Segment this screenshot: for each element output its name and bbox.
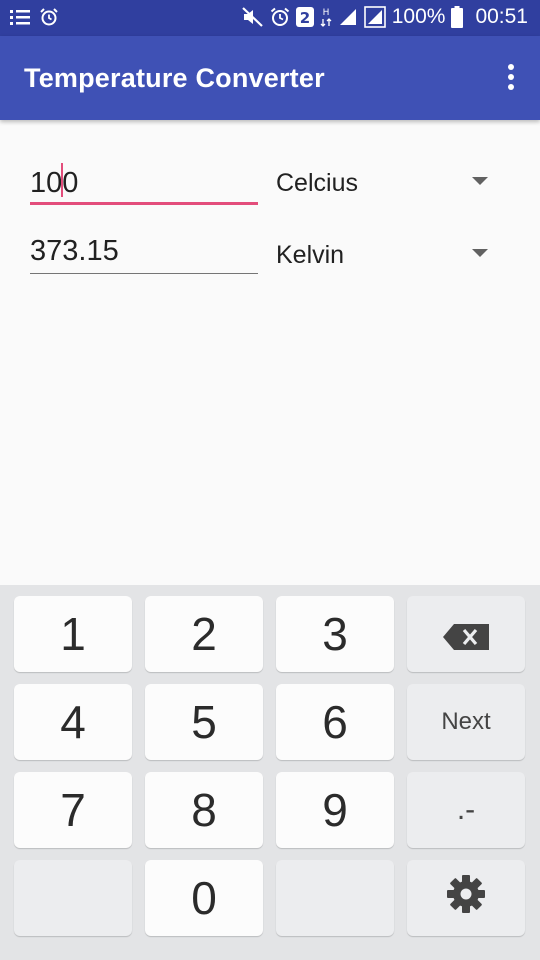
key-5[interactable]: 5: [145, 684, 263, 760]
battery-icon: [451, 6, 464, 28]
signal-icon-1: [338, 7, 358, 27]
key-6[interactable]: 6: [276, 684, 394, 760]
app-title: Temperature Converter: [24, 63, 325, 93]
dot-minus-label: .-: [456, 793, 476, 826]
blank-key-right[interactable]: [276, 860, 394, 936]
notification-icons: [10, 8, 58, 31]
key-2[interactable]: 2: [145, 596, 263, 672]
system-icons: 2 H 100% 00:51: [241, 5, 528, 29]
output-value-text: 373.15: [30, 235, 119, 267]
svg-text:H: H: [322, 8, 329, 18]
input-unit-label: Celcius: [276, 169, 358, 197]
list-notification-icon: [10, 9, 30, 30]
key-1[interactable]: 1: [14, 596, 132, 672]
dot-minus-key[interactable]: .-: [407, 772, 525, 848]
app-bar: Temperature Converter: [0, 36, 540, 120]
dropdown-arrow-icon: [472, 177, 488, 185]
blank-key-left[interactable]: [14, 860, 132, 936]
output-underline: [30, 273, 258, 274]
hspa-data-icon: H: [320, 6, 332, 28]
next-key[interactable]: Next: [407, 684, 525, 760]
key-7[interactable]: 7: [14, 772, 132, 848]
key-9[interactable]: 9: [276, 772, 394, 848]
signal-icon-2: [363, 6, 386, 28]
svg-text:2: 2: [300, 9, 310, 27]
alarm-notification-icon: [40, 8, 58, 31]
clock: 00:51: [475, 5, 528, 28]
key-0[interactable]: 0: [145, 860, 263, 936]
key-8[interactable]: 8: [145, 772, 263, 848]
key-3[interactable]: 3: [276, 596, 394, 672]
sim-2-icon: 2: [295, 7, 314, 27]
output-value-field[interactable]: 373.15: [30, 235, 258, 280]
overflow-menu-icon[interactable]: [504, 64, 518, 94]
next-key-label: Next: [441, 708, 491, 735]
numeric-keyboard: 1 2 3 4 5 6 Next 7 8 9 .- 0: [0, 585, 540, 960]
dropdown-arrow-icon: [472, 249, 488, 257]
output-unit-spinner[interactable]: Kelvin: [276, 234, 512, 274]
input-value-text: 100: [30, 163, 78, 200]
alarm-icon: [270, 7, 290, 27]
backspace-icon: [443, 607, 489, 661]
output-unit-label: Kelvin: [276, 241, 345, 269]
key-4[interactable]: 4: [14, 684, 132, 760]
backspace-key[interactable]: [407, 596, 525, 672]
gear-icon: [446, 871, 486, 925]
input-unit-spinner[interactable]: Celcius: [276, 162, 512, 202]
mute-icon: [241, 7, 264, 27]
input-value-field[interactable]: 100: [30, 163, 258, 208]
settings-key[interactable]: [407, 860, 525, 936]
status-bar: 2 H 100% 00:51: [0, 0, 540, 36]
battery-percent: 100%: [391, 5, 446, 28]
input-underline-focused: [30, 202, 258, 205]
